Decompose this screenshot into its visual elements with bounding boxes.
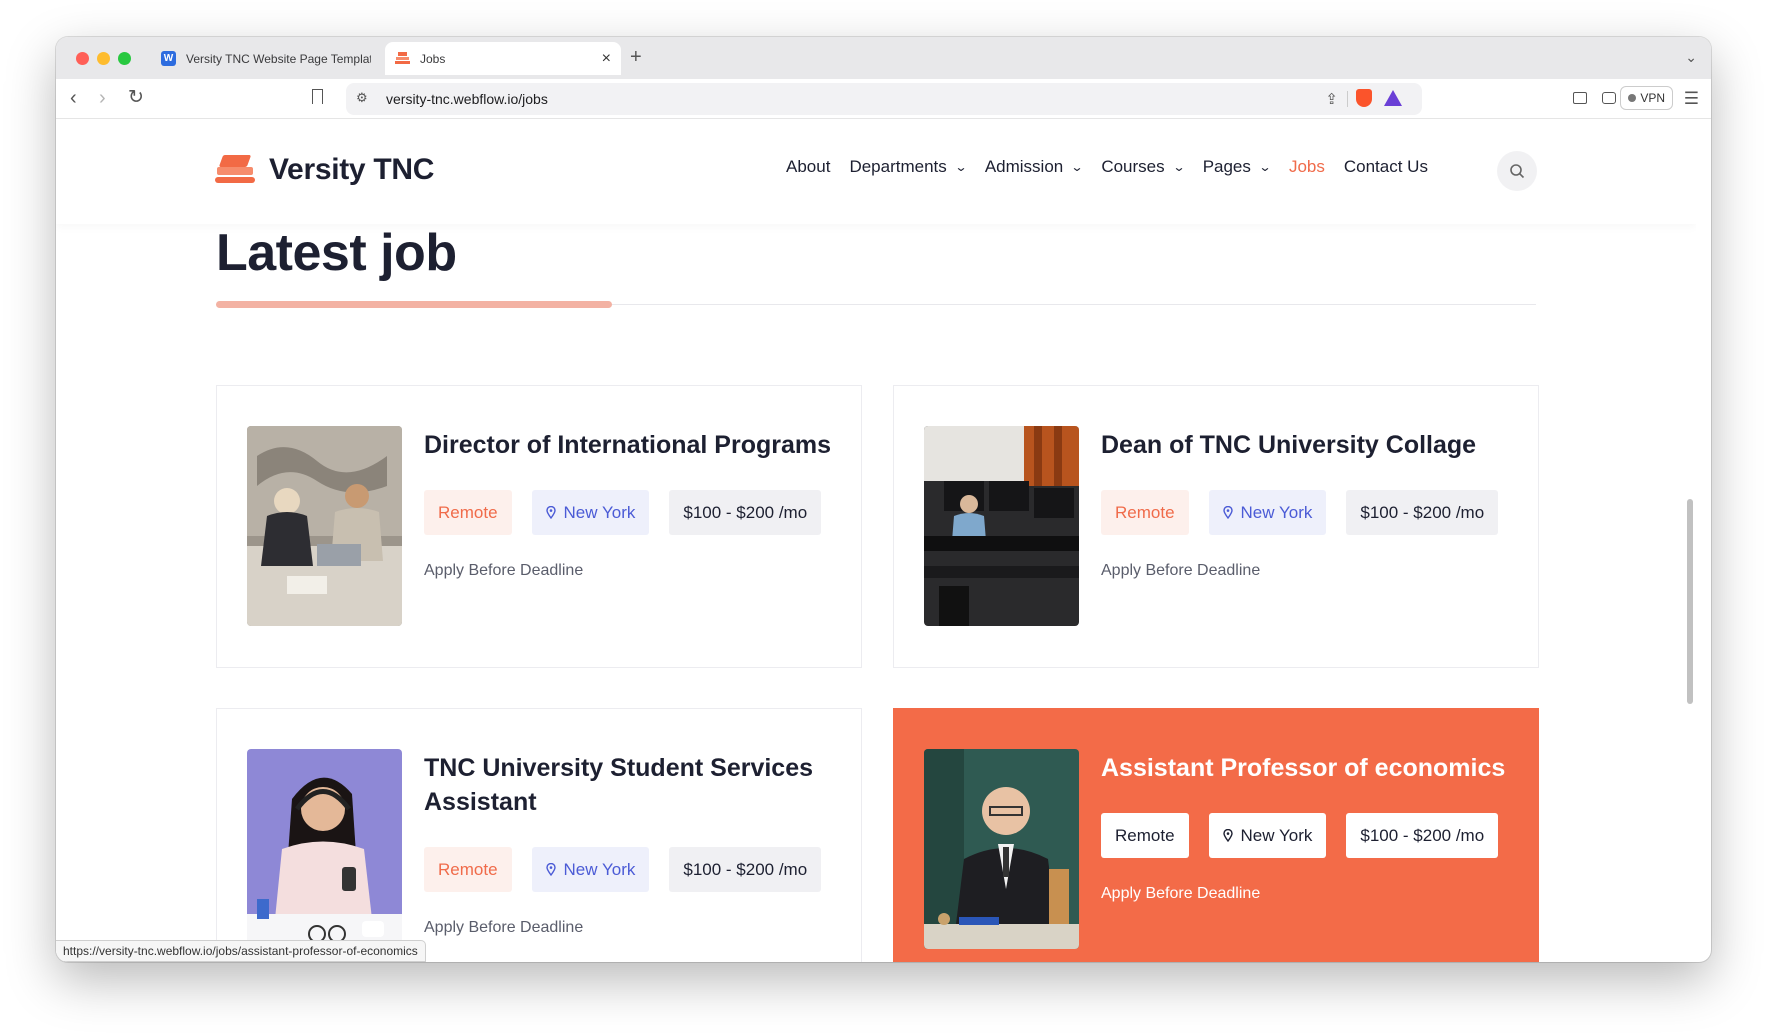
job-tags: Remote New York $100 - $200 /mo xyxy=(1101,490,1499,535)
job-type-badge: Remote xyxy=(1101,490,1189,535)
tab-strip: W Versity TNC Website Page Template Jobs… xyxy=(56,37,1711,79)
vpn-button[interactable]: VPN xyxy=(1620,86,1673,110)
minimize-window-button[interactable] xyxy=(97,52,110,65)
map-pin-icon xyxy=(545,863,556,876)
vpn-label: VPN xyxy=(1640,91,1665,105)
chevron-down-icon: ⌄ xyxy=(954,160,968,174)
site-settings-icon[interactable]: ⚙ xyxy=(356,90,368,106)
salary-badge: $100 - $200 /mo xyxy=(669,847,822,892)
back-button[interactable]: ‹ xyxy=(70,87,77,109)
nav-item-contact[interactable]: Contact Us xyxy=(1344,157,1428,177)
brand-name: Versity TNC xyxy=(269,153,435,186)
status-bar-url: https://versity-tnc.webflow.io/jobs/assi… xyxy=(56,940,426,962)
browser-tab-jobs[interactable]: Jobs × xyxy=(385,42,621,75)
address-bar[interactable]: ⚙ versity-tnc.webflow.io/jobs ⇪ xyxy=(346,83,1422,115)
office-meeting-photo xyxy=(247,426,402,626)
support-agent-photo xyxy=(247,749,402,949)
divider xyxy=(1347,91,1348,107)
chevron-down-icon: ⌄ xyxy=(1258,160,1272,174)
salary-badge: $100 - $200 /mo xyxy=(1346,813,1499,858)
hamburger-menu-icon[interactable]: ☰ xyxy=(1684,89,1699,109)
job-tags: Remote New York $100 - $200 /mo xyxy=(1101,813,1499,858)
page-scrollbar[interactable] xyxy=(1687,499,1693,704)
chevron-down-icon: ⌄ xyxy=(1070,160,1084,174)
deadline-text: Apply Before Deadline xyxy=(1101,885,1261,902)
map-pin-icon xyxy=(1222,506,1233,519)
job-tags: Remote New York $100 - $200 /mo xyxy=(424,847,822,892)
share-icon[interactable]: ⇪ xyxy=(1325,90,1338,108)
job-title[interactable]: Director of International Programs xyxy=(424,428,834,462)
site-header: Versity TNC About Departments ⌄ Admission… xyxy=(56,119,1696,224)
page-title: Latest job xyxy=(216,224,457,282)
versity-logo-icon xyxy=(395,51,410,66)
nav-item-courses[interactable]: Courses ⌄ xyxy=(1101,157,1186,177)
job-title[interactable]: TNC University Student Services Assistan… xyxy=(424,751,834,819)
main-nav: About Departments ⌄ Admission ⌄ Courses ⌄ P… xyxy=(786,157,1447,177)
deadline-text: Apply Before Deadline xyxy=(1101,562,1261,579)
location-badge: New York xyxy=(531,490,650,535)
professor-photo xyxy=(924,749,1079,949)
nav-item-about[interactable]: About xyxy=(786,157,830,177)
tab-title: Versity TNC Website Page Template xyxy=(186,51,371,66)
close-tab-icon[interactable]: × xyxy=(602,50,611,68)
brave-rewards-icon[interactable] xyxy=(1384,90,1402,106)
url-text[interactable]: versity-tnc.webflow.io/jobs xyxy=(386,91,548,107)
search-icon xyxy=(1510,164,1525,179)
forward-button[interactable]: › xyxy=(99,87,106,109)
location-badge: New York xyxy=(1208,813,1327,858)
vpn-status-icon xyxy=(1628,94,1637,102)
job-tags: Remote New York $100 - $200 /mo xyxy=(424,490,822,535)
job-title[interactable]: Assistant Professor of economics xyxy=(1101,751,1511,785)
salary-badge: $100 - $200 /mo xyxy=(669,490,822,535)
webflow-icon: W xyxy=(161,51,176,66)
sidebar-toggle-icon[interactable] xyxy=(1573,92,1587,104)
job-type-badge: Remote xyxy=(1101,813,1189,858)
map-pin-icon xyxy=(545,506,556,519)
bookmark-icon[interactable] xyxy=(312,89,323,104)
nav-item-departments[interactable]: Departments ⌄ xyxy=(849,157,968,177)
browser-window: W Versity TNC Website Page Template Jobs… xyxy=(56,37,1711,962)
heading-accent-bar xyxy=(216,301,612,308)
deadline-text: Apply Before Deadline xyxy=(424,919,584,936)
chevron-down-icon[interactable]: ⌄ xyxy=(1685,49,1697,66)
chevron-down-icon: ⌄ xyxy=(1172,160,1186,174)
close-window-button[interactable] xyxy=(76,52,89,65)
location-badge: New York xyxy=(1208,490,1327,535)
job-card-featured[interactable]: Assistant Professor of economics Remote … xyxy=(893,708,1539,962)
site-logo[interactable]: Versity TNC xyxy=(215,153,434,187)
job-card[interactable]: Dean of TNC University Collage Remote Ne… xyxy=(893,385,1539,668)
wallet-icon[interactable] xyxy=(1602,92,1616,104)
nav-item-pages[interactable]: Pages ⌄ xyxy=(1203,157,1272,177)
job-title[interactable]: Dean of TNC University Collage xyxy=(1101,428,1511,462)
job-type-badge: Remote xyxy=(424,847,512,892)
brave-shields-icon[interactable] xyxy=(1356,89,1372,107)
tab-title: Jobs xyxy=(420,51,446,66)
nav-item-jobs[interactable]: Jobs xyxy=(1289,157,1325,177)
page-content: Versity TNC About Departments ⌄ Admission… xyxy=(56,119,1696,962)
search-button[interactable] xyxy=(1497,151,1537,191)
zoom-window-button[interactable] xyxy=(118,52,131,65)
map-pin-icon xyxy=(1222,829,1233,842)
deadline-text: Apply Before Deadline xyxy=(424,562,584,579)
salary-badge: $100 - $200 /mo xyxy=(1346,490,1499,535)
logo-mark-icon xyxy=(215,153,255,187)
browser-toolbar: ‹ › ↻ ⚙ versity-tnc.webflow.io/jobs ⇪ VP… xyxy=(56,79,1711,119)
nav-item-admission[interactable]: Admission ⌄ xyxy=(985,157,1084,177)
job-card[interactable]: Director of International Programs Remot… xyxy=(216,385,862,668)
reload-button[interactable]: ↻ xyxy=(128,87,144,109)
job-type-badge: Remote xyxy=(424,490,512,535)
computer-lab-photo xyxy=(924,426,1079,626)
job-card[interactable]: TNC University Student Services Assistan… xyxy=(216,708,862,962)
browser-tab-template[interactable]: W Versity TNC Website Page Template xyxy=(151,42,381,75)
new-tab-button[interactable]: + xyxy=(630,46,642,69)
location-badge: New York xyxy=(531,847,650,892)
